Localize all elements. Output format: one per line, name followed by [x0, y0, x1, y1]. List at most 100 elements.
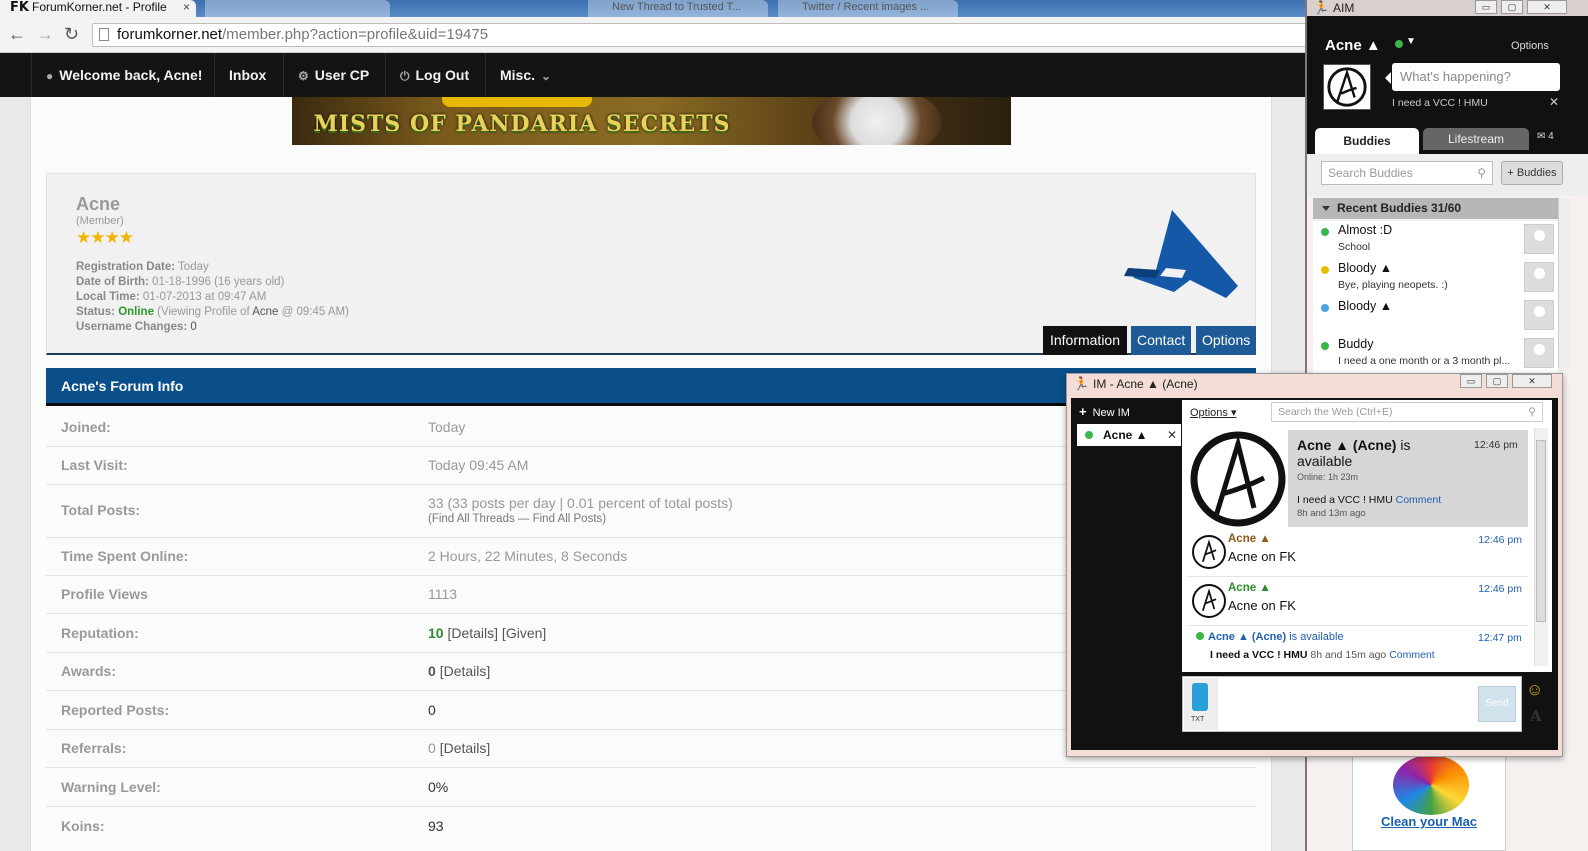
ad-link[interactable]: Clean your Mac — [1354, 814, 1504, 829]
buddy-avatar — [1524, 224, 1554, 254]
tab-close-icon[interactable]: × — [183, 0, 190, 15]
aim-running-man-icon: 🏃 — [1073, 376, 1090, 391]
row-value: 0% — [428, 779, 449, 795]
browser-tab[interactable]: New Thread to Trusted T... — [588, 0, 768, 17]
status-dropdown-icon[interactable]: ▼ — [1406, 36, 1416, 47]
row-label: Total Posts: — [61, 502, 141, 518]
card-timestamp: 12:46 pm — [1474, 439, 1518, 451]
row-value: 33 (33 posts per day | 0.01 percent of t… — [428, 495, 733, 511]
buddy-item[interactable]: Bloody ▲ Bye, playing neopets. :) — [1313, 259, 1558, 297]
address-bar[interactable]: forumkorner.net/member.php?action=profil… — [92, 23, 1308, 47]
referrals-details-link[interactable]: [Details] — [440, 740, 491, 756]
message-input[interactable] — [1182, 676, 1522, 732]
ad-banner[interactable]: MISTS OF PANDARIA SECRETS — [292, 97, 1011, 145]
web-search-input[interactable]: Search the Web (Ctrl+E) ⚲ — [1271, 402, 1543, 422]
buddy-name: Bloody ▲ — [1338, 299, 1393, 313]
close-button[interactable]: ✕ — [1527, 0, 1567, 14]
user-avatar-logo — [1124, 210, 1238, 298]
nav-log-out[interactable]: ⏻ Log Out — [385, 53, 483, 97]
chevron-down-icon: ▾ — [1230, 407, 1237, 419]
new-im-button[interactable]: + New IM — [1079, 404, 1130, 419]
aim-avatar[interactable] — [1323, 64, 1371, 110]
tab-title: New Thread to Trusted T... — [612, 1, 742, 13]
nav-label: Inbox — [229, 67, 267, 83]
forward-arrow-icon[interactable]: → — [36, 25, 54, 43]
nav-welcome[interactable]: ● Welcome back, Acne! — [31, 53, 216, 97]
status-dot-icon — [1321, 228, 1329, 236]
close-icon[interactable]: ✕ — [1167, 424, 1177, 446]
buddy-name: Bloody ▲ — [1338, 261, 1393, 275]
nav-user-cp[interactable]: ⚙ User CP — [283, 53, 383, 97]
nav-misc[interactable]: Misc. ⌄ — [485, 53, 571, 97]
buddy-item[interactable]: Almost :D School — [1313, 221, 1558, 259]
tab-options[interactable]: Options — [1196, 326, 1256, 355]
online-status-icon — [1085, 431, 1093, 439]
im-session-tab[interactable]: Acne ▲ ✕ — [1077, 424, 1181, 446]
nav-inbox[interactable]: Inbox — [214, 53, 280, 97]
buddy-item[interactable]: Buddy I need a one month or a 3 month pl… — [1313, 335, 1558, 373]
row-label: Joined: — [61, 419, 111, 435]
buddy-item[interactable]: Bloody ▲ — [1313, 297, 1558, 335]
browser-tab[interactable]: Twitter / Recent images ... — [778, 0, 958, 17]
im-options-menu[interactable]: Options ▾ — [1190, 406, 1237, 419]
aim-title: AIM — [1333, 1, 1355, 15]
online-status: Status: Online (Viewing Profile of Acne … — [76, 306, 349, 318]
url-path: /member.php?action=profile&uid=19475 — [222, 26, 489, 43]
chat-message: Acne ▲ Acne on FK 12:46 pm — [1188, 529, 1528, 577]
browser-tab[interactable] — [205, 0, 390, 17]
viewing-user-link[interactable]: Acne — [252, 306, 278, 318]
status-input[interactable]: What's happening? — [1385, 63, 1560, 91]
online-status-icon[interactable] — [1395, 40, 1403, 48]
maximize-button[interactable]: ▢ — [1501, 0, 1523, 14]
buddy-group-header[interactable]: Recent Buddies 31/60 — [1313, 198, 1558, 219]
row-value: 93 — [428, 818, 444, 834]
row-label: Referrals: — [61, 740, 127, 756]
aim-screen-name[interactable]: Acne ▲ — [1325, 37, 1381, 54]
tab-title: Twitter / Recent images ... — [802, 1, 930, 13]
close-button[interactable]: ✕ — [1512, 374, 1552, 388]
row-value: 10 [Details] [Given] — [428, 625, 546, 641]
comment-link[interactable]: Comment — [1396, 494, 1442, 506]
reload-icon[interactable]: ↻ — [64, 25, 79, 43]
txt-phone-icon[interactable]: TXT — [1184, 678, 1218, 730]
buddy-card-name: Acne ▲ (Acne) is available — [1297, 437, 1411, 469]
tab-contact[interactable]: Contact — [1131, 326, 1191, 355]
im-title: IM - Acne ▲ (Acne) — [1093, 377, 1198, 391]
tab-lifestream[interactable]: Lifestream — [1423, 128, 1529, 150]
maximize-button[interactable]: ▢ — [1486, 374, 1508, 388]
card-status-message: I need a VCC ! HMU Comment — [1297, 494, 1442, 506]
emoticon-icon[interactable]: ☺ — [1526, 680, 1543, 700]
tab-information[interactable]: Information — [1043, 326, 1127, 355]
aim-options-link[interactable]: Options — [1511, 40, 1549, 52]
tab-title: ForumKorner.net - Profile — [32, 0, 167, 14]
banner-text: MISTS OF PANDARIA SECRETS — [313, 111, 731, 137]
aim-ad[interactable] — [1352, 754, 1506, 851]
find-posts-links[interactable]: (Find All Threads — Find All Posts) — [428, 513, 606, 525]
buddy-card-avatar[interactable] — [1188, 430, 1288, 527]
back-arrow-icon[interactable]: ← — [8, 25, 26, 43]
buddy-name: Buddy — [1338, 337, 1374, 351]
send-button[interactable]: Send — [1478, 686, 1516, 722]
buddy-status: I need a one month or a 3 month pl... — [1338, 355, 1511, 367]
row-value: 2 Hours, 22 Minutes, 8 Seconds — [428, 548, 628, 564]
buddy-list-scrollbar[interactable] — [1558, 198, 1570, 368]
add-buddies-button[interactable]: + Buddies — [1501, 161, 1563, 185]
nav-label: Misc. — [500, 67, 536, 83]
minimize-button[interactable]: ▭ — [1460, 374, 1482, 388]
url-host: forumkorner.net — [117, 26, 223, 43]
tab-buddies[interactable]: Buddies — [1315, 128, 1419, 154]
clear-status-icon[interactable]: ✕ — [1549, 95, 1559, 109]
reputation-links[interactable]: [Details] [Given] — [447, 625, 546, 641]
local-time: Local Time: 01-07-2013 at 09:47 AM — [76, 291, 267, 303]
online-duration: Online: 1h 23m — [1297, 472, 1359, 482]
minimize-button[interactable]: ▭ — [1475, 0, 1497, 14]
browser-tab-active[interactable]: ForumKorner.net - Profile × — [0, 0, 196, 17]
buddy-search-input[interactable]: Search Buddies ⚲ — [1321, 161, 1493, 185]
table-row: Warning Level: 0% — [46, 768, 1256, 807]
chat-scrollbar-thumb[interactable] — [1536, 440, 1546, 622]
awards-details-link[interactable]: [Details] — [440, 663, 491, 679]
date-of-birth: Date of Birth: 01-18-1996 (16 years old) — [76, 276, 285, 288]
mail-indicator[interactable]: ✉ 4 — [1537, 131, 1554, 142]
font-format-icon[interactable]: A — [1530, 707, 1542, 725]
comment-link[interactable]: Comment — [1389, 649, 1435, 661]
